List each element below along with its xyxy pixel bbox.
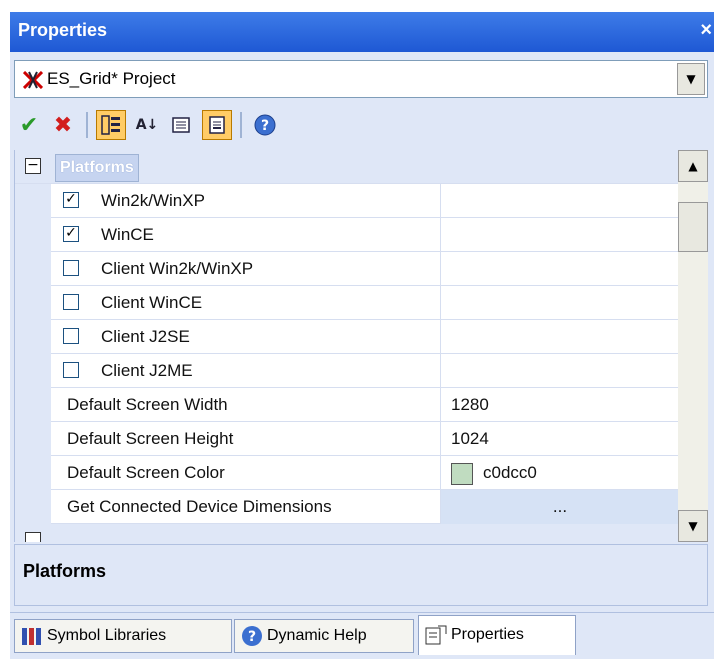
description-title: Platforms (23, 561, 107, 581)
category-label: Platforms (55, 154, 139, 182)
property-value[interactable]: 1024 (441, 422, 679, 456)
object-selector-value: ES_Grid* Project (47, 69, 176, 88)
vertical-scrollbar[interactable]: ▲ ▼ (678, 150, 708, 542)
tab-label: Symbol Libraries (47, 627, 167, 644)
property-row[interactable]: Client J2ME (15, 354, 679, 388)
property-value-color[interactable]: c0dcc0 (441, 456, 679, 490)
close-icon[interactable]: × (700, 19, 712, 42)
ellipsis-button[interactable]: ... (441, 490, 679, 524)
svg-text:?: ? (248, 629, 256, 645)
symbol-libraries-icon (22, 627, 41, 645)
dynamic-help-icon: ? (242, 625, 262, 646)
color-value: c0dcc0 (483, 463, 537, 482)
project-logo-icon (23, 71, 43, 89)
tab-label: Properties (451, 626, 524, 643)
property-name: Client J2ME (51, 354, 441, 388)
properties-icon (425, 625, 447, 645)
property-value[interactable] (441, 354, 679, 388)
scroll-down-icon[interactable]: ▼ (678, 510, 708, 542)
title-bar: Properties × (10, 12, 714, 52)
properties-toolbar: ✔ ✖ A↓ ? (14, 106, 708, 146)
description-toggle-icon[interactable] (202, 110, 232, 140)
property-row[interactable]: ✓ WinCE (15, 218, 679, 252)
property-name: Client Win2k/WinXP (51, 252, 441, 286)
collapse-icon[interactable] (25, 532, 41, 542)
property-name: Default Screen Width (51, 388, 441, 422)
toolbar-separator (86, 112, 88, 138)
tab-label: Dynamic Help (267, 627, 367, 644)
tab-properties[interactable]: Properties (418, 615, 576, 655)
tab-symbol-libraries[interactable]: Symbol Libraries (14, 619, 232, 653)
svg-text:?: ? (261, 118, 269, 134)
property-name: Client J2SE (51, 320, 441, 354)
categorized-icon[interactable] (96, 110, 126, 140)
property-row[interactable]: Client Win2k/WinXP (15, 252, 679, 286)
alphabetical-icon[interactable]: A↓ (132, 110, 162, 140)
property-name: Default Screen Color (51, 456, 441, 490)
panel-title: Properties (18, 20, 108, 40)
help-icon[interactable]: ? (250, 110, 280, 140)
scrollbar-thumb[interactable] (678, 202, 708, 252)
property-value[interactable]: 1280 (441, 388, 679, 422)
property-row[interactable]: Default Screen Width 1280 (15, 388, 679, 422)
property-name: Default Screen Height (51, 422, 441, 456)
property-value[interactable] (441, 320, 679, 354)
property-row[interactable]: Get Connected Device Dimensions ... (15, 490, 679, 524)
properties-panel: Properties × ES_Grid* Project ▼ ✔ ✖ A↓ ? (0, 0, 714, 669)
property-value[interactable] (441, 286, 679, 320)
cancel-icon[interactable]: ✖ (48, 110, 78, 140)
property-value[interactable] (441, 184, 679, 218)
dropdown-arrow-icon[interactable]: ▼ (677, 63, 705, 95)
object-selector-dropdown[interactable]: ES_Grid* Project ▼ (14, 60, 708, 98)
color-swatch (451, 462, 473, 485)
description-pane: Platforms (14, 544, 708, 606)
property-name: Win2k/WinXP (51, 184, 441, 218)
property-value[interactable] (441, 252, 679, 286)
category-row-platforms[interactable]: − Platforms (15, 150, 679, 184)
collapse-icon[interactable]: − (25, 158, 41, 174)
property-name: WinCE (51, 218, 441, 252)
property-value[interactable] (441, 218, 679, 252)
scroll-up-icon[interactable]: ▲ (678, 150, 708, 182)
apply-icon[interactable]: ✔ (14, 110, 44, 140)
property-row[interactable]: Client WinCE (15, 286, 679, 320)
property-row[interactable]: ✓ Win2k/WinXP (15, 184, 679, 218)
property-row[interactable]: Client J2SE (15, 320, 679, 354)
property-grid: − Platforms ✓ Win2k/WinXP ✓ WinCE Client… (14, 150, 679, 542)
property-name: Get Connected Device Dimensions (51, 490, 441, 524)
property-row[interactable]: Default Screen Color c0dcc0 (15, 456, 679, 490)
property-row[interactable]: Default Screen Height 1024 (15, 422, 679, 456)
toolbar-separator (240, 112, 242, 138)
category-row-next[interactable] (15, 524, 679, 542)
property-name: Client WinCE (51, 286, 441, 320)
property-pages-icon[interactable] (166, 110, 196, 140)
tab-dynamic-help[interactable]: ? Dynamic Help (234, 619, 414, 653)
bottom-tab-strip: Symbol Libraries ? Dynamic Help Propertie… (10, 612, 714, 659)
